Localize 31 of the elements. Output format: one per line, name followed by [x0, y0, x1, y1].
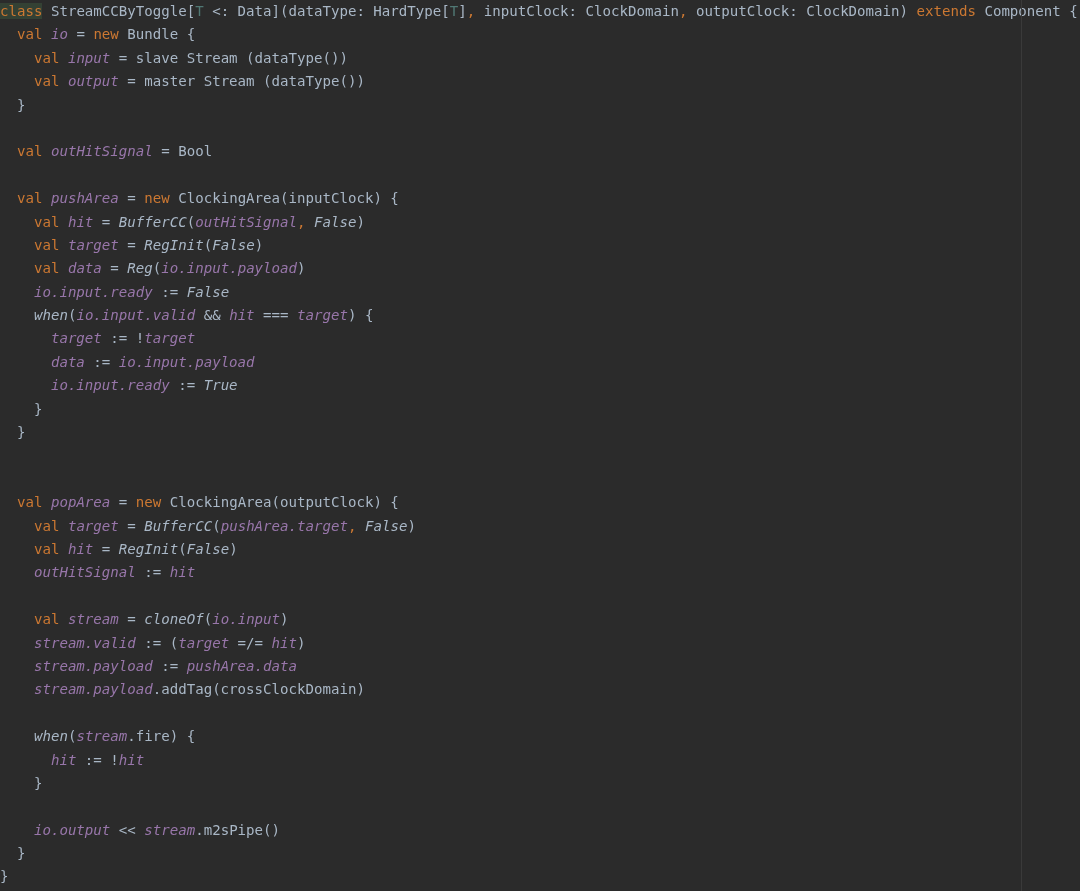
code-line: val pushArea = new ClockingArea(inputClock) { [15, 189, 399, 209]
code-line: val popArea = new ClockingArea(outputClock) { [15, 493, 399, 513]
code-line: val target = RegInit(False) [32, 235, 264, 255]
code-line: } [15, 844, 26, 864]
code-line: when(io.input.valid && hit === target) { [32, 306, 374, 326]
code-line: val target = BufferCC(pushArea.target, False) [32, 516, 416, 536]
code-line: io.input.ready := False [32, 282, 230, 302]
code-line: stream.payload.addTag(crossClockDomain) [32, 680, 365, 700]
code-line: } [15, 423, 26, 443]
code-line: hit := !hit [49, 750, 145, 770]
code-line: } [32, 773, 43, 793]
code-line: val io = new Bundle { [15, 25, 196, 45]
code-line: stream.valid := (target =/= hit) [32, 633, 306, 653]
code-line: val outHitSignal = Bool [15, 142, 213, 162]
code-line: val input = slave Stream (dataType()) [32, 48, 348, 68]
code-line: io.output << stream.m2sPipe() [32, 820, 281, 840]
code-line: val hit = BufferCC(outHitSignal, False) [32, 212, 365, 232]
code-line: stream.payload := pushArea.data [32, 656, 297, 676]
code-line: } [15, 95, 26, 115]
code-line: val output = master Stream (dataType()) [32, 72, 365, 92]
code-line: } [32, 399, 43, 419]
code-line: data := io.input.payload [49, 352, 255, 372]
code-line: class StreamCCByToggle[T <: Data](dataType: HardType[T], inputClock: ClockDomain, outputClock: ClockDomain) extends Component { [0, 2, 1078, 21]
code-line: val stream = cloneOf(io.input) [32, 610, 289, 630]
code-line: io.input.ready := True [49, 376, 238, 396]
code-line: when(stream.fire) { [32, 727, 196, 747]
code-line: val data = Reg(io.input.payload) [32, 259, 306, 279]
code-line: target := !target [49, 329, 196, 349]
code-line: outHitSignal := hit [32, 563, 196, 583]
code-line: } [0, 867, 9, 887]
code-line: val hit = RegInit(False) [32, 540, 238, 559]
